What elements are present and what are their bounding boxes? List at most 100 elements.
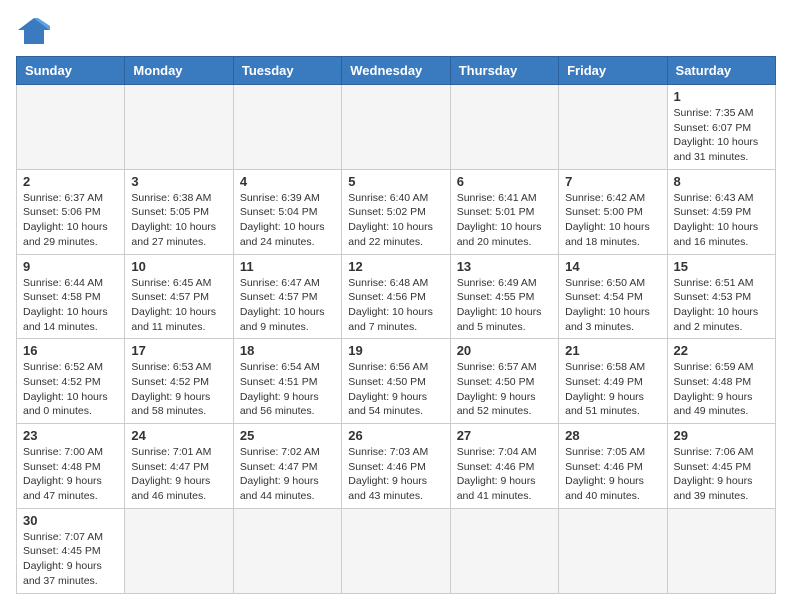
day-info: Sunrise: 6:50 AM Sunset: 4:54 PM Dayligh… xyxy=(565,276,660,335)
calendar-day-cell: 23 Sunrise: 7:00 AM Sunset: 4:48 PM Dayli… xyxy=(17,424,125,509)
day-info: Sunrise: 7:05 AM Sunset: 4:46 PM Dayligh… xyxy=(565,445,660,504)
calendar-day-cell: 16 Sunrise: 6:52 AM Sunset: 4:52 PM Dayli… xyxy=(17,339,125,424)
day-info: Sunrise: 7:07 AM Sunset: 4:45 PM Dayligh… xyxy=(23,530,118,589)
day-number: 16 xyxy=(23,343,118,358)
day-info: Sunrise: 7:04 AM Sunset: 4:46 PM Dayligh… xyxy=(457,445,552,504)
day-number: 26 xyxy=(348,428,443,443)
day-info: Sunrise: 6:41 AM Sunset: 5:01 PM Dayligh… xyxy=(457,191,552,250)
day-info: Sunrise: 6:37 AM Sunset: 5:06 PM Dayligh… xyxy=(23,191,118,250)
calendar-day-cell: 3 Sunrise: 6:38 AM Sunset: 5:05 PM Daylig… xyxy=(125,169,233,254)
day-number: 30 xyxy=(23,513,118,528)
calendar-week-row: 23 Sunrise: 7:00 AM Sunset: 4:48 PM Dayli… xyxy=(17,424,776,509)
day-number: 20 xyxy=(457,343,552,358)
day-info: Sunrise: 6:47 AM Sunset: 4:57 PM Dayligh… xyxy=(240,276,335,335)
weekday-header-saturday: Saturday xyxy=(667,57,775,85)
day-number: 8 xyxy=(674,174,769,189)
weekday-header-tuesday: Tuesday xyxy=(233,57,341,85)
day-info: Sunrise: 6:39 AM Sunset: 5:04 PM Dayligh… xyxy=(240,191,335,250)
calendar-day-cell: 12Sunrise: 6:48 AM Sunset: 4:56 PM Dayli… xyxy=(342,254,450,339)
generalblue-logo-icon xyxy=(16,16,52,46)
day-info: Sunrise: 6:43 AM Sunset: 4:59 PM Dayligh… xyxy=(674,191,769,250)
day-info: Sunrise: 6:52 AM Sunset: 4:52 PM Dayligh… xyxy=(23,360,118,419)
day-info: Sunrise: 7:00 AM Sunset: 4:48 PM Dayligh… xyxy=(23,445,118,504)
day-number: 23 xyxy=(23,428,118,443)
weekday-header-row: SundayMondayTuesdayWednesdayThursdayFrid… xyxy=(17,57,776,85)
calendar-day-cell: 24 Sunrise: 7:01 AM Sunset: 4:47 PM Dayli… xyxy=(125,424,233,509)
calendar-week-row: 16 Sunrise: 6:52 AM Sunset: 4:52 PM Dayli… xyxy=(17,339,776,424)
calendar-day-cell xyxy=(17,85,125,170)
calendar-day-cell xyxy=(450,508,558,593)
calendar-day-cell: 27 Sunrise: 7:04 AM Sunset: 4:46 PM Dayli… xyxy=(450,424,558,509)
calendar-day-cell: 1Sunrise: 7:35 AM Sunset: 6:07 PM Daylig… xyxy=(667,85,775,170)
day-info: Sunrise: 7:01 AM Sunset: 4:47 PM Dayligh… xyxy=(131,445,226,504)
calendar-day-cell: 9 Sunrise: 6:44 AM Sunset: 4:58 PM Daylig… xyxy=(17,254,125,339)
calendar-day-cell: 21Sunrise: 6:58 AM Sunset: 4:49 PM Dayli… xyxy=(559,339,667,424)
day-number: 13 xyxy=(457,259,552,274)
day-number: 19 xyxy=(348,343,443,358)
day-info: Sunrise: 6:53 AM Sunset: 4:52 PM Dayligh… xyxy=(131,360,226,419)
day-info: Sunrise: 6:51 AM Sunset: 4:53 PM Dayligh… xyxy=(674,276,769,335)
calendar-day-cell: 4Sunrise: 6:39 AM Sunset: 5:04 PM Daylig… xyxy=(233,169,341,254)
calendar-week-row: 2 Sunrise: 6:37 AM Sunset: 5:06 PM Daylig… xyxy=(17,169,776,254)
calendar-day-cell: 20 Sunrise: 6:57 AM Sunset: 4:50 PM Dayli… xyxy=(450,339,558,424)
day-number: 10 xyxy=(131,259,226,274)
calendar-day-cell xyxy=(342,508,450,593)
calendar-day-cell xyxy=(559,508,667,593)
weekday-header-sunday: Sunday xyxy=(17,57,125,85)
calendar-day-cell xyxy=(559,85,667,170)
day-number: 5 xyxy=(348,174,443,189)
calendar-day-cell: 7 Sunrise: 6:42 AM Sunset: 5:00 PM Daylig… xyxy=(559,169,667,254)
day-number: 17 xyxy=(131,343,226,358)
day-number: 21 xyxy=(565,343,660,358)
weekday-header-monday: Monday xyxy=(125,57,233,85)
day-number: 24 xyxy=(131,428,226,443)
day-number: 12 xyxy=(348,259,443,274)
day-number: 27 xyxy=(457,428,552,443)
calendar-day-cell: 13 Sunrise: 6:49 AM Sunset: 4:55 PM Dayli… xyxy=(450,254,558,339)
calendar-day-cell: 6Sunrise: 6:41 AM Sunset: 5:01 PM Daylig… xyxy=(450,169,558,254)
calendar-day-cell xyxy=(233,85,341,170)
calendar-day-cell: 2 Sunrise: 6:37 AM Sunset: 5:06 PM Daylig… xyxy=(17,169,125,254)
day-info: Sunrise: 6:44 AM Sunset: 4:58 PM Dayligh… xyxy=(23,276,118,335)
day-info: Sunrise: 6:49 AM Sunset: 4:55 PM Dayligh… xyxy=(457,276,552,335)
calendar-week-row: 9 Sunrise: 6:44 AM Sunset: 4:58 PM Daylig… xyxy=(17,254,776,339)
day-info: Sunrise: 7:03 AM Sunset: 4:46 PM Dayligh… xyxy=(348,445,443,504)
calendar-day-cell: 26 Sunrise: 7:03 AM Sunset: 4:46 PM Dayli… xyxy=(342,424,450,509)
weekday-header-wednesday: Wednesday xyxy=(342,57,450,85)
calendar-week-row: 1Sunrise: 7:35 AM Sunset: 6:07 PM Daylig… xyxy=(17,85,776,170)
calendar-day-cell xyxy=(342,85,450,170)
weekday-header-thursday: Thursday xyxy=(450,57,558,85)
day-info: Sunrise: 6:42 AM Sunset: 5:00 PM Dayligh… xyxy=(565,191,660,250)
weekday-header-friday: Friday xyxy=(559,57,667,85)
day-info: Sunrise: 6:54 AM Sunset: 4:51 PM Dayligh… xyxy=(240,360,335,419)
day-info: Sunrise: 6:56 AM Sunset: 4:50 PM Dayligh… xyxy=(348,360,443,419)
day-info: Sunrise: 7:06 AM Sunset: 4:45 PM Dayligh… xyxy=(674,445,769,504)
day-number: 29 xyxy=(674,428,769,443)
calendar-day-cell: 11Sunrise: 6:47 AM Sunset: 4:57 PM Dayli… xyxy=(233,254,341,339)
calendar-day-cell xyxy=(125,85,233,170)
calendar-day-cell: 8 Sunrise: 6:43 AM Sunset: 4:59 PM Daylig… xyxy=(667,169,775,254)
header xyxy=(16,16,776,46)
calendar-day-cell: 19 Sunrise: 6:56 AM Sunset: 4:50 PM Dayli… xyxy=(342,339,450,424)
day-number: 9 xyxy=(23,259,118,274)
day-number: 28 xyxy=(565,428,660,443)
calendar-day-cell: 10Sunrise: 6:45 AM Sunset: 4:57 PM Dayli… xyxy=(125,254,233,339)
calendar-day-cell xyxy=(667,508,775,593)
calendar-day-cell: 18Sunrise: 6:54 AM Sunset: 4:51 PM Dayli… xyxy=(233,339,341,424)
calendar-day-cell: 29 Sunrise: 7:06 AM Sunset: 4:45 PM Dayli… xyxy=(667,424,775,509)
calendar-day-cell xyxy=(450,85,558,170)
day-info: Sunrise: 6:40 AM Sunset: 5:02 PM Dayligh… xyxy=(348,191,443,250)
day-number: 3 xyxy=(131,174,226,189)
calendar-day-cell: 5 Sunrise: 6:40 AM Sunset: 5:02 PM Daylig… xyxy=(342,169,450,254)
calendar-day-cell: 25Sunrise: 7:02 AM Sunset: 4:47 PM Dayli… xyxy=(233,424,341,509)
day-info: Sunrise: 6:59 AM Sunset: 4:48 PM Dayligh… xyxy=(674,360,769,419)
day-number: 7 xyxy=(565,174,660,189)
day-number: 22 xyxy=(674,343,769,358)
day-number: 14 xyxy=(565,259,660,274)
calendar-day-cell: 15Sunrise: 6:51 AM Sunset: 4:53 PM Dayli… xyxy=(667,254,775,339)
calendar-day-cell: 14 Sunrise: 6:50 AM Sunset: 4:54 PM Dayli… xyxy=(559,254,667,339)
calendar-day-cell: 17 Sunrise: 6:53 AM Sunset: 4:52 PM Dayli… xyxy=(125,339,233,424)
day-number: 2 xyxy=(23,174,118,189)
day-info: Sunrise: 6:57 AM Sunset: 4:50 PM Dayligh… xyxy=(457,360,552,419)
day-info: Sunrise: 6:38 AM Sunset: 5:05 PM Dayligh… xyxy=(131,191,226,250)
